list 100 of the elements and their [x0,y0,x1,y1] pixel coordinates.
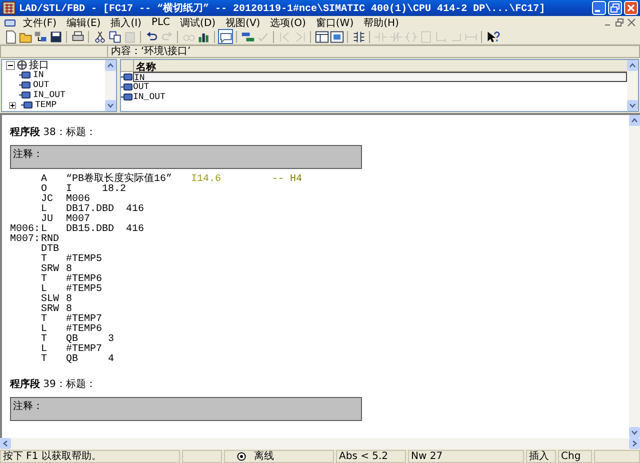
operand: DB17.DBD 416 [66,205,146,215]
scroll-down-icon[interactable] [627,100,638,111]
tree-item[interactable]: TEMP [35,100,57,110]
undo-icon[interactable] [144,30,158,44]
status-change: Chg [561,450,581,462]
scissors-icon[interactable] [92,30,106,44]
vertical-scrollbar[interactable] [105,60,116,111]
instruction: RND [41,235,60,245]
parameter-icon [121,93,133,101]
menu-item[interactable]: 编辑(E) [62,16,106,30]
tree-item[interactable]: OUT [33,80,50,90]
network-icon[interactable] [240,30,254,44]
network-heading: 程序段 38：标题： [10,125,97,139]
help-pointer-icon[interactable] [486,30,500,44]
status-position: Abs < 5.2 [339,450,388,462]
comment-box[interactable]: 注释： [10,145,362,169]
operand: 8 [66,265,72,275]
operand: “PB卷取长度实际值16” [66,175,174,185]
instruction: SLW [41,295,60,305]
status-network: Nw 27 [411,450,443,462]
expand-icon[interactable] [9,102,16,108]
jump-label: M006: [10,225,41,235]
collapse-icon[interactable] [6,60,15,70]
line-comment: -- H4 [272,175,304,185]
menu-item[interactable]: 窗口(W) [310,16,359,30]
instruction: JC [41,195,54,205]
menu-item[interactable]: 插入(I) [106,16,146,30]
operand: QB 4 [66,355,116,365]
menu-item[interactable]: PLC [146,17,176,28]
parameter-icon [121,73,133,81]
scroll-up-icon[interactable] [627,60,638,71]
instruction: T [41,355,48,365]
panel-layout-icon[interactable] [314,30,328,44]
instruction: SRW [41,305,60,315]
operand: 8 [66,305,72,315]
instruction: L [41,325,48,335]
instruction: T [41,335,48,345]
network-heading: 程序段 39：标题： [10,377,97,391]
vertical-scrollbar[interactable] [627,60,638,111]
ladder-icon[interactable] [352,30,366,44]
restore-button[interactable] [615,18,624,27]
instruction: SRW [41,265,60,275]
status-panel [182,450,222,463]
vertical-scrollbar[interactable] [629,115,640,438]
globe-icon [17,60,27,70]
operand: QB 3 [66,335,116,345]
operand: #TEMP6 [66,325,104,335]
instruction: L [41,345,48,355]
scroll-right-icon[interactable] [629,438,640,449]
jump-label: M007: [10,235,41,245]
comment-toggle[interactable] [218,29,233,44]
menu-item[interactable]: 文件(F) [18,16,62,30]
menu-item[interactable]: 帮助(H) [358,16,404,30]
table-cell[interactable]: OUT [133,82,627,92]
app-icon [2,1,16,15]
download-icon[interactable] [34,30,48,44]
instruction: T [41,275,48,285]
status-mode: 离线 [254,450,274,462]
close-button[interactable] [627,18,636,27]
table-cell[interactable]: IN_OUT [133,92,627,102]
menu-item[interactable]: 选项(O) [265,16,311,30]
status-panel [594,450,640,463]
operand: #TEMP5 [66,255,104,265]
copy-icon[interactable] [108,30,122,44]
operand: DB15.DBD 416 [66,225,146,235]
comment-box[interactable]: 注释： [10,397,362,421]
menu-item[interactable]: 视图(V) [220,16,266,30]
parameter-icon [21,101,33,109]
operand: #TEMP7 [66,315,104,325]
instruction: L [41,205,48,215]
operand: #TEMP7 [66,345,104,355]
scroll-down-icon[interactable] [629,427,640,438]
column-header: 名称 [135,60,156,71]
scroll-left-icon[interactable] [0,438,11,449]
status-message: 按下 F1 以获取帮助。 [3,450,102,462]
parameter-icon [121,83,133,91]
document-icon [4,18,16,28]
window-title: LAD/STL/FBD - [FC17 -- “横切纸刀” -- 20120119-1#nce\SIMATIC 400(1)\CPU 414-2 DP\...\FC17] [19,2,546,15]
horizontal-scrollbar[interactable] [0,438,640,449]
parameter-icon [19,81,31,89]
parameter-icon [19,91,31,99]
window-icon[interactable] [330,30,344,44]
scroll-up-icon[interactable] [629,115,640,126]
table-cell[interactable]: IN [133,72,627,82]
tree-item[interactable]: 接口 [29,58,49,72]
instruction: A [41,175,48,185]
operand: M006 [66,195,90,205]
scroll-up-icon[interactable] [105,60,116,71]
operand: M007 [66,215,90,225]
scroll-down-icon[interactable] [105,100,116,111]
instruction: T [41,315,48,325]
printer-icon[interactable] [70,30,84,44]
connection-icon [237,452,246,461]
restore-button[interactable] [608,1,622,15]
tree-item[interactable]: IN [33,70,44,80]
minimize-button[interactable] [592,1,606,15]
address: I14.6 [191,175,222,185]
tree-item[interactable]: IN_OUT [33,90,66,100]
menu-item[interactable]: 调试(D) [175,16,221,30]
operand: #TEMP5 [66,285,104,295]
